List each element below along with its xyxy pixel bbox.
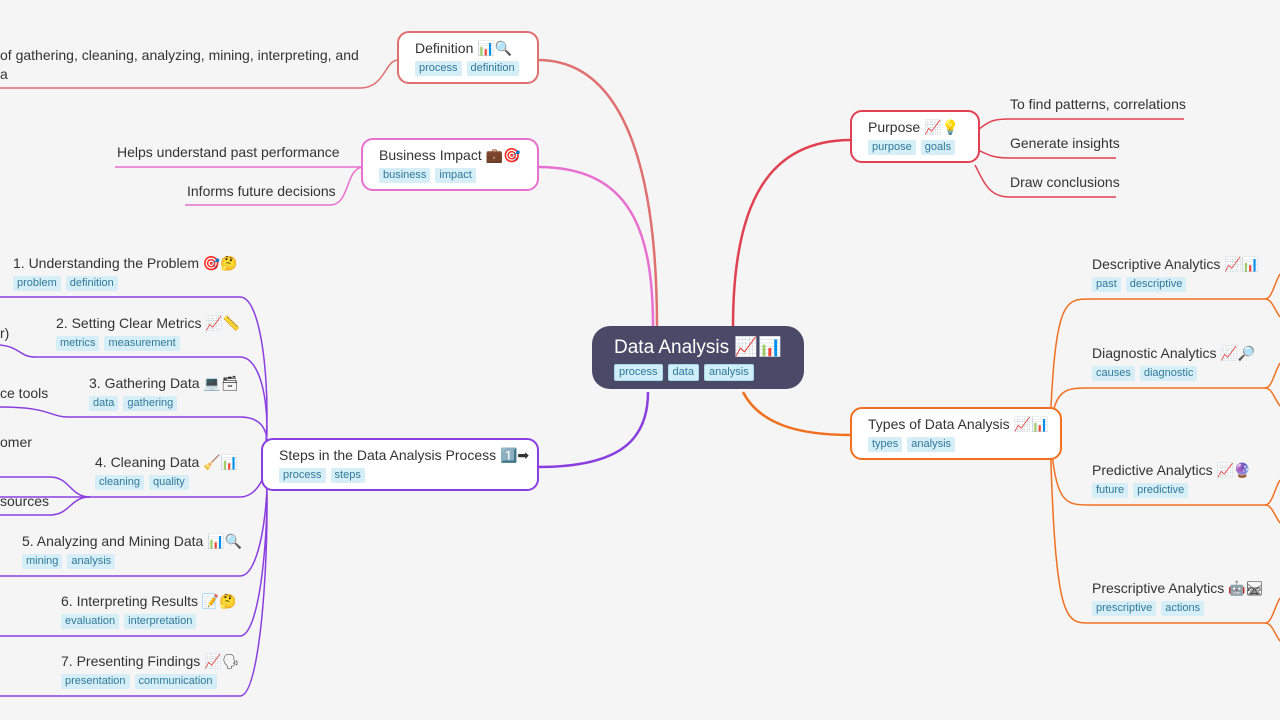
type-title: Diagnostic Analytics 📈🔎 [1092,345,1256,361]
connector-step-sub [0,344,36,358]
tag: process [415,61,462,76]
types-title: Types of Data Analysis 📈📊 [868,416,1049,432]
step-item-2[interactable]: 2. Setting Clear Metrics 📈📏 metrics measu… [56,314,240,351]
connector-step-sub [0,406,69,418]
connector-type-sub [1264,597,1280,624]
types-node[interactable]: Types of Data Analysis 📈📊 types analysis [850,407,1062,460]
tag: measurement [104,336,180,351]
definition-title: Definition 📊🔍 [415,40,513,56]
business-leaf[interactable]: Helps understand past performance [117,143,340,161]
tag: business [379,168,431,183]
definition-leaf-line-2[interactable]: a [0,65,8,83]
tag: analysis [907,437,956,452]
connector-type-sub [1264,362,1280,389]
tag: descriptive [1125,277,1187,292]
tag: purpose [868,140,916,155]
tag: cleaning [95,475,144,490]
tag: gathering [123,396,178,411]
connector-type-sub [1264,479,1280,506]
connector-purpose [731,138,852,328]
step-item-6[interactable]: 6. Interpreting Results 📝🤔 evaluation int… [61,592,237,629]
tag: data [667,364,699,381]
tag: definition [65,276,118,291]
tag: predictive [1133,483,1189,498]
tag: actions [1161,601,1205,616]
definition-node[interactable]: Definition 📊🔍 process definition [397,31,539,84]
purpose-title: Purpose 📈💡 [868,119,959,135]
tag: causes [1092,366,1135,381]
step-title: 7. Presenting Findings 📈🗣 [61,653,240,669]
steps-node[interactable]: Steps in the Data Analysis Process 1️⃣➡ … [261,438,539,491]
root-node[interactable]: Data Analysis 📈📊 process data analysis [592,326,804,389]
connector-business [537,165,655,328]
tag: analysis [67,554,116,569]
steps-title: Steps in the Data Analysis Process 1️⃣➡ [279,447,530,463]
step-item-3[interactable]: 3. Gathering Data 💻🗃 data gathering [89,374,239,411]
tag: impact [435,168,476,183]
step-item-4[interactable]: 4. Cleaning Data 🧹📊 cleaning quality [95,453,238,490]
type-item-diagnostic[interactable]: Diagnostic Analytics 📈🔎 causes diagnostic [1092,344,1255,381]
tag: mining [22,554,63,569]
root-title: Data Analysis 📈📊 [614,337,782,358]
step-title: 4. Cleaning Data 🧹📊 [95,454,239,470]
connector-purpose-leaf-1 [977,118,1184,131]
step-item-7[interactable]: 7. Presenting Findings 📈🗣 presentation co… [61,652,239,689]
tag: process [279,468,326,483]
connector-steps [537,391,650,469]
step-item-5[interactable]: 5. Analyzing and Mining Data 📊🔍 mining an… [22,532,242,569]
step-title: 1. Understanding the Problem 🎯🤔 [13,255,238,271]
type-title: Predictive Analytics 📈🔮 [1092,462,1252,478]
step-title: 5. Analyzing and Mining Data 📊🔍 [22,533,243,549]
tag: diagnostic [1139,366,1198,381]
step-title: 2. Setting Clear Metrics 📈📏 [56,315,241,331]
step-title: 3. Gathering Data 💻🗃 [89,375,239,391]
tag: goals [920,140,956,155]
connector-type-sub [1264,298,1280,318]
connector-type-sub [1264,504,1280,524]
business-title: Business Impact 💼🎯 [379,147,521,163]
tag: process [614,364,663,381]
connector-type-sub [1264,273,1280,300]
tag: prescriptive [1092,601,1157,616]
type-title: Descriptive Analytics 📈📊 [1092,256,1260,272]
purpose-leaf[interactable]: To find patterns, correlations [1010,95,1186,113]
connector-definition [537,58,659,328]
business-leaf[interactable]: Informs future decisions [187,182,336,200]
type-item-descriptive[interactable]: Descriptive Analytics 📈📊 past descriptive [1092,255,1259,292]
tag: definition [466,61,519,76]
connector-type-sub [1264,387,1280,407]
type-title: Prescriptive Analytics 🤖🛤 [1092,580,1264,596]
step-title: 6. Interpreting Results 📝🤔 [61,593,237,609]
tag: problem [13,276,61,291]
tag: future [1092,483,1129,498]
tag: metrics [56,336,100,351]
purpose-leaf[interactable]: Draw conclusions [1010,173,1120,191]
business-impact-node[interactable]: Business Impact 💼🎯 business impact [361,138,539,191]
connector-definition-leaf [0,59,399,89]
type-item-prescriptive[interactable]: Prescriptive Analytics 🤖🛤 prescriptive ac… [1092,579,1263,616]
tag: interpretation [124,614,197,629]
tag: quality [148,475,189,490]
connector-type-2 [1049,387,1265,431]
tag: presentation [61,674,130,689]
definition-leaf-line-1[interactable]: of gathering, cleaning, analyzing, minin… [0,46,359,64]
connector-types [741,391,852,437]
step-item-1[interactable]: 1. Understanding the Problem 🎯🤔 problem d… [13,254,238,291]
step-partial-leaf[interactable]: r) [0,324,9,342]
step-partial-leaf[interactable]: sources [0,492,49,510]
connector-type-sub [1264,622,1280,642]
type-item-predictive[interactable]: Predictive Analytics 📈🔮 future predictive [1092,461,1251,498]
tag: types [868,437,903,452]
tag: evaluation [61,614,120,629]
tag: data [89,396,119,411]
tag: communication [134,674,217,689]
step-partial-leaf[interactable]: ce tools [0,384,48,402]
purpose-leaf[interactable]: Generate insights [1010,134,1120,152]
tag: steps [330,468,365,483]
tag: past [1092,277,1121,292]
step-partial-leaf[interactable]: omer [0,433,32,451]
purpose-node[interactable]: Purpose 📈💡 purpose goals [850,110,980,163]
tag: analysis [703,364,754,381]
